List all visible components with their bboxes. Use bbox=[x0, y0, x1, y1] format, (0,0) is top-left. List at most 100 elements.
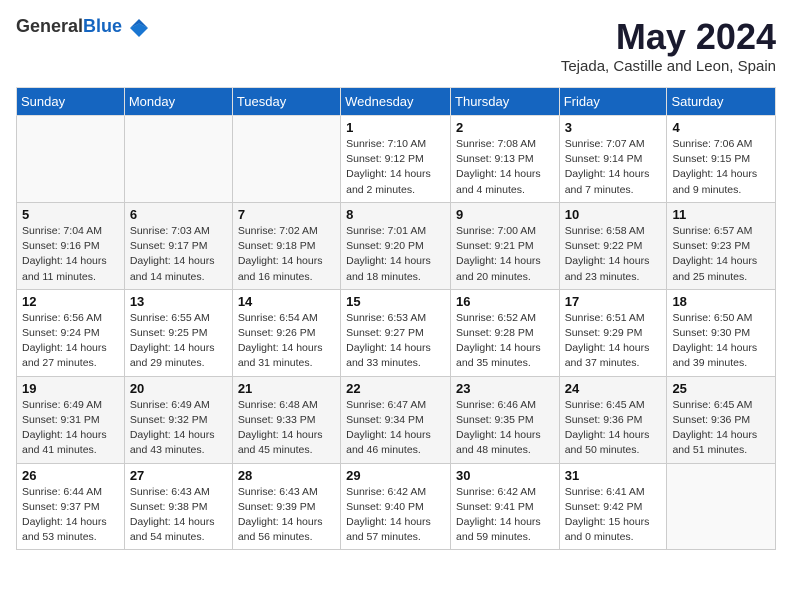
day-number: 10 bbox=[565, 207, 662, 222]
day-info: Sunrise: 7:06 AM Sunset: 9:15 PM Dayligh… bbox=[672, 137, 770, 198]
day-number: 13 bbox=[130, 294, 227, 309]
calendar-cell: 29Sunrise: 6:42 AM Sunset: 9:40 PM Dayli… bbox=[341, 463, 451, 550]
calendar-cell: 26Sunrise: 6:44 AM Sunset: 9:37 PM Dayli… bbox=[17, 463, 125, 550]
calendar-cell: 30 Sunrise: 6:42 AM Sunset: 9:41 PM Dayli… bbox=[451, 463, 560, 550]
calendar-cell bbox=[232, 116, 340, 203]
calendar-cell: 14 Sunrise: 6:54 AM Sunset: 9:26 PM Dayli… bbox=[232, 289, 340, 376]
calendar-cell: 9 Sunrise: 7:00 AM Sunset: 9:21 PM Daylig… bbox=[451, 202, 560, 289]
day-info: Sunrise: 6:58 AM Sunset: 9:22 PM Dayligh… bbox=[565, 224, 662, 285]
day-info: Sunrise: 6:51 AM Sunset: 9:29 PM Dayligh… bbox=[565, 311, 662, 372]
subtitle: Tejada, Castille and Leon, Spain bbox=[561, 58, 776, 75]
column-header-monday: Monday bbox=[124, 88, 232, 116]
calendar-cell: 31 Sunrise: 6:41 AM Sunset: 9:42 PM Dayli… bbox=[559, 463, 667, 550]
calendar-cell: 12Sunrise: 6:56 AM Sunset: 9:24 PM Dayli… bbox=[17, 289, 125, 376]
calendar-cell: 21 Sunrise: 6:48 AM Sunset: 9:33 PM Dayli… bbox=[232, 376, 340, 463]
day-info: Sunrise: 6:45 AM Sunset: 9:36 PM Dayligh… bbox=[565, 398, 662, 459]
title-block: May 2024 Tejada, Castille and Leon, Spai… bbox=[561, 16, 776, 75]
day-info: Sunrise: 7:02 AM Sunset: 9:18 PM Dayligh… bbox=[238, 224, 335, 285]
day-number: 15 bbox=[346, 294, 445, 309]
calendar-week-4: 19 Sunrise: 6:49 AM Sunset: 9:31 PM Dayli… bbox=[17, 376, 776, 463]
day-info: Sunrise: 6:53 AM Sunset: 9:27 PM Dayligh… bbox=[346, 311, 445, 372]
day-info: Sunrise: 6:49 AM Sunset: 9:31 PM Dayligh… bbox=[22, 398, 119, 459]
calendar-cell: 16 Sunrise: 6:52 AM Sunset: 9:28 PM Dayli… bbox=[451, 289, 560, 376]
day-number: 9 bbox=[456, 207, 554, 222]
main-title: May 2024 bbox=[561, 16, 776, 58]
calendar-cell bbox=[667, 463, 776, 550]
calendar-cell bbox=[17, 116, 125, 203]
day-number: 2 bbox=[456, 120, 554, 135]
day-number: 4 bbox=[672, 120, 770, 135]
day-number: 5 bbox=[22, 207, 119, 222]
calendar-cell: 28Sunrise: 6:43 AM Sunset: 9:39 PM Dayli… bbox=[232, 463, 340, 550]
calendar-cell bbox=[124, 116, 232, 203]
calendar-cell: 7 Sunrise: 7:02 AM Sunset: 9:18 PM Daylig… bbox=[232, 202, 340, 289]
day-number: 30 bbox=[456, 468, 554, 483]
day-number: 22 bbox=[346, 381, 445, 396]
day-number: 25 bbox=[672, 381, 770, 396]
day-number: 20 bbox=[130, 381, 227, 396]
calendar-cell: 22Sunrise: 6:47 AM Sunset: 9:34 PM Dayli… bbox=[341, 376, 451, 463]
day-info: Sunrise: 7:04 AM Sunset: 9:16 PM Dayligh… bbox=[22, 224, 119, 285]
day-info: Sunrise: 7:00 AM Sunset: 9:21 PM Dayligh… bbox=[456, 224, 554, 285]
day-number: 16 bbox=[456, 294, 554, 309]
page-header: GeneralBlue May 2024 Tejada, Castille an… bbox=[16, 16, 776, 75]
day-number: 17 bbox=[565, 294, 662, 309]
day-number: 18 bbox=[672, 294, 770, 309]
day-number: 6 bbox=[130, 207, 227, 222]
calendar-cell: 11Sunrise: 6:57 AM Sunset: 9:23 PM Dayli… bbox=[667, 202, 776, 289]
day-number: 7 bbox=[238, 207, 335, 222]
calendar-cell: 5 Sunrise: 7:04 AM Sunset: 9:16 PM Daylig… bbox=[17, 202, 125, 289]
calendar-body: 1 Sunrise: 7:10 AM Sunset: 9:12 PM Daylig… bbox=[17, 116, 776, 550]
day-info: Sunrise: 7:07 AM Sunset: 9:14 PM Dayligh… bbox=[565, 137, 662, 198]
calendar-cell: 24Sunrise: 6:45 AM Sunset: 9:36 PM Dayli… bbox=[559, 376, 667, 463]
day-number: 12 bbox=[22, 294, 119, 309]
day-number: 11 bbox=[672, 207, 770, 222]
column-header-wednesday: Wednesday bbox=[341, 88, 451, 116]
day-info: Sunrise: 6:43 AM Sunset: 9:39 PM Dayligh… bbox=[238, 485, 335, 546]
logo: GeneralBlue bbox=[16, 16, 148, 37]
header-row: SundayMondayTuesdayWednesdayThursdayFrid… bbox=[17, 88, 776, 116]
day-number: 19 bbox=[22, 381, 119, 396]
calendar-week-5: 26Sunrise: 6:44 AM Sunset: 9:37 PM Dayli… bbox=[17, 463, 776, 550]
logo-blue-text: Blue bbox=[83, 16, 122, 36]
column-header-thursday: Thursday bbox=[451, 88, 560, 116]
day-info: Sunrise: 6:54 AM Sunset: 9:26 PM Dayligh… bbox=[238, 311, 335, 372]
day-info: Sunrise: 6:44 AM Sunset: 9:37 PM Dayligh… bbox=[22, 485, 119, 546]
logo-icon bbox=[130, 19, 148, 37]
calendar-cell: 18Sunrise: 6:50 AM Sunset: 9:30 PM Dayli… bbox=[667, 289, 776, 376]
day-number: 3 bbox=[565, 120, 662, 135]
column-header-friday: Friday bbox=[559, 88, 667, 116]
calendar-cell: 17 Sunrise: 6:51 AM Sunset: 9:29 PM Dayli… bbox=[559, 289, 667, 376]
day-info: Sunrise: 7:08 AM Sunset: 9:13 PM Dayligh… bbox=[456, 137, 554, 198]
calendar-cell: 20Sunrise: 6:49 AM Sunset: 9:32 PM Dayli… bbox=[124, 376, 232, 463]
day-info: Sunrise: 6:45 AM Sunset: 9:36 PM Dayligh… bbox=[672, 398, 770, 459]
column-header-tuesday: Tuesday bbox=[232, 88, 340, 116]
calendar-cell: 27 Sunrise: 6:43 AM Sunset: 9:38 PM Dayli… bbox=[124, 463, 232, 550]
day-number: 31 bbox=[565, 468, 662, 483]
calendar-cell: 19 Sunrise: 6:49 AM Sunset: 9:31 PM Dayli… bbox=[17, 376, 125, 463]
day-number: 27 bbox=[130, 468, 227, 483]
day-info: Sunrise: 6:42 AM Sunset: 9:40 PM Dayligh… bbox=[346, 485, 445, 546]
column-header-saturday: Saturday bbox=[667, 88, 776, 116]
day-info: Sunrise: 6:46 AM Sunset: 9:35 PM Dayligh… bbox=[456, 398, 554, 459]
calendar-cell: 4 Sunrise: 7:06 AM Sunset: 9:15 PM Daylig… bbox=[667, 116, 776, 203]
calendar-cell: 10 Sunrise: 6:58 AM Sunset: 9:22 PM Dayli… bbox=[559, 202, 667, 289]
day-info: Sunrise: 6:43 AM Sunset: 9:38 PM Dayligh… bbox=[130, 485, 227, 546]
day-info: Sunrise: 6:52 AM Sunset: 9:28 PM Dayligh… bbox=[456, 311, 554, 372]
day-number: 1 bbox=[346, 120, 445, 135]
column-header-sunday: Sunday bbox=[17, 88, 125, 116]
day-info: Sunrise: 6:42 AM Sunset: 9:41 PM Dayligh… bbox=[456, 485, 554, 546]
calendar-header: SundayMondayTuesdayWednesdayThursdayFrid… bbox=[17, 88, 776, 116]
calendar-cell: 15 Sunrise: 6:53 AM Sunset: 9:27 PM Dayli… bbox=[341, 289, 451, 376]
day-info: Sunrise: 6:41 AM Sunset: 9:42 PM Dayligh… bbox=[565, 485, 662, 546]
day-number: 14 bbox=[238, 294, 335, 309]
calendar-cell: 25 Sunrise: 6:45 AM Sunset: 9:36 PM Dayli… bbox=[667, 376, 776, 463]
calendar-cell: 23 Sunrise: 6:46 AM Sunset: 9:35 PM Dayli… bbox=[451, 376, 560, 463]
day-number: 8 bbox=[346, 207, 445, 222]
calendar-week-2: 5 Sunrise: 7:04 AM Sunset: 9:16 PM Daylig… bbox=[17, 202, 776, 289]
day-number: 21 bbox=[238, 381, 335, 396]
day-info: Sunrise: 7:10 AM Sunset: 9:12 PM Dayligh… bbox=[346, 137, 445, 198]
calendar-cell: 6Sunrise: 7:03 AM Sunset: 9:17 PM Daylig… bbox=[124, 202, 232, 289]
day-info: Sunrise: 6:48 AM Sunset: 9:33 PM Dayligh… bbox=[238, 398, 335, 459]
day-number: 23 bbox=[456, 381, 554, 396]
